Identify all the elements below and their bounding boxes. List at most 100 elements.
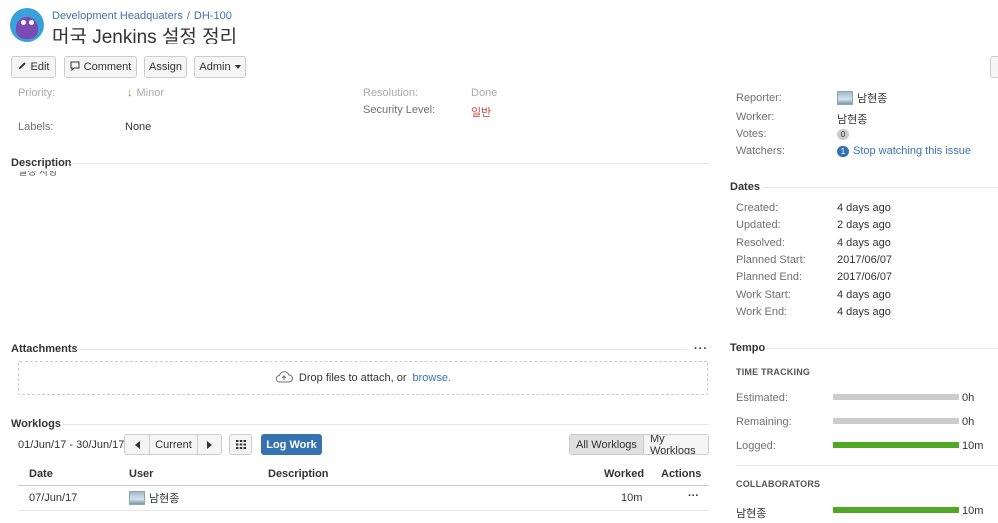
description-heading: Description <box>11 157 72 169</box>
date-label: Work Start: <box>736 289 791 301</box>
labels-label: Labels: <box>18 121 54 133</box>
table-row-divider <box>18 510 709 511</box>
votes-label: Votes: <box>736 128 767 140</box>
attachment-dropzone[interactable]: Drop files to attach, or browse. <box>18 361 708 395</box>
column-actions: Actions <box>661 468 702 480</box>
row-actions-icon[interactable]: ··· <box>688 490 699 502</box>
column-date[interactable]: Date <box>29 468 53 480</box>
edit-label: Edit <box>30 61 50 73</box>
assign-button[interactable]: Assign <box>144 56 187 78</box>
priority-text: Minor <box>136 87 165 99</box>
tempo-sub-divider <box>736 465 998 466</box>
reporter-name: 남현종 <box>857 93 888 105</box>
cloud-upload-icon <box>275 370 293 386</box>
arrow-down-icon: ↓ <box>127 87 133 99</box>
date-label: Resolved: <box>736 237 785 249</box>
tempo-divider <box>766 348 998 349</box>
worker-value[interactable]: 남현종 <box>837 111 867 127</box>
comment-icon <box>70 61 80 74</box>
reporter-value[interactable]: 남현종 <box>837 90 887 106</box>
logged-bar <box>833 442 959 448</box>
worker-label: Worker: <box>736 111 775 123</box>
resolution-value: Done <box>471 87 498 99</box>
logged-label: Logged: <box>736 440 776 452</box>
my-worklogs-tab[interactable]: My Worklogs <box>643 435 708 454</box>
watchers-badge[interactable]: 1 <box>837 145 849 157</box>
collaborator-value: 10m <box>962 505 984 517</box>
date-value: 4 days ago <box>837 289 891 301</box>
row-worked: 10m <box>621 492 643 504</box>
reporter-label: Reporter: <box>736 92 782 104</box>
comment-button[interactable]: Comment <box>64 56 137 78</box>
dates-divider <box>763 187 998 188</box>
remaining-bar <box>833 418 959 424</box>
worklog-date-range: 01/Jun/17 - 30/Jun/17 <box>18 439 125 451</box>
attachments-heading: Attachments <box>11 343 78 355</box>
column-user[interactable]: User <box>129 468 153 480</box>
date-value: 4 days ago <box>837 202 891 214</box>
row-user-name: 남현종 <box>149 493 180 505</box>
stop-watching-link[interactable]: Stop watching this issue <box>853 145 971 157</box>
collaborator-name[interactable]: 남현종 <box>736 505 766 521</box>
edit-button[interactable]: Edit <box>11 56 56 78</box>
votes-value[interactable]: 0 <box>837 128 849 140</box>
worklogs-heading: Worklogs <box>11 418 61 430</box>
date-label: Planned End: <box>736 271 803 283</box>
priority-label: Priority: <box>18 87 56 99</box>
date-label: Work End: <box>736 306 788 318</box>
worklog-filter-toggle: All Worklogs My Worklogs <box>569 434 709 455</box>
date-label: Planned Start: <box>736 254 806 266</box>
table-row: 07/Jun/17 남현종 10m ··· <box>18 486 709 510</box>
column-description[interactable]: Description <box>268 468 329 480</box>
remaining-label: Remaining: <box>736 416 792 428</box>
collaborator-bar <box>833 507 959 513</box>
security-level-value: 일반 <box>471 107 492 119</box>
next-period-button[interactable] <box>198 435 221 454</box>
estimated-label: Estimated: <box>736 392 788 404</box>
browse-link[interactable]: browse. <box>413 372 452 384</box>
collaborators-heading: COLLABORATORS <box>736 479 821 489</box>
description-text[interactable]: 설정 사항 <box>18 171 58 177</box>
votes-badge: 0 <box>837 129 849 140</box>
issue-title[interactable]: 머국 Jenkins 설정 정리 <box>52 26 237 44</box>
log-work-button[interactable]: Log Work <box>261 434 322 455</box>
bar-fill <box>833 507 959 513</box>
worklogs-divider <box>63 424 709 425</box>
breadcrumb-project-link[interactable]: Development Headquaters <box>52 10 183 22</box>
dates-heading: Dates <box>730 181 760 193</box>
all-worklogs-tab[interactable]: All Worklogs <box>570 435 644 454</box>
breadcrumb: Development Headquaters / DH-100 <box>52 10 232 22</box>
remaining-value: 0h <box>962 416 975 428</box>
prev-period-button[interactable] <box>125 435 150 454</box>
time-tracking-heading: TIME TRACKING <box>736 367 811 377</box>
more-button[interactable] <box>990 56 998 78</box>
project-avatar[interactable] <box>10 8 44 42</box>
pencil-icon <box>18 61 27 73</box>
date-label: Created: <box>736 202 779 214</box>
row-date: 07/Jun/17 <box>29 492 78 504</box>
priority-value: ↓ Minor <box>127 87 164 99</box>
date-value: 2017/06/07 <box>837 271 893 283</box>
more-options-icon[interactable]: ··· <box>694 343 708 355</box>
current-period-button[interactable]: Current <box>150 435 198 454</box>
calendar-button[interactable] <box>229 434 252 455</box>
dropzone-text: Drop files to attach, or <box>298 372 407 384</box>
watchers-label: Watchers: <box>736 145 786 157</box>
admin-label: Admin <box>199 61 231 73</box>
avatar <box>129 491 145 505</box>
date-value: 2 days ago <box>837 219 891 231</box>
date-value: 4 days ago <box>837 237 891 249</box>
tempo-heading: Tempo <box>730 342 766 354</box>
attachments-divider <box>76 349 687 350</box>
row-user[interactable]: 남현종 <box>129 490 179 506</box>
grid-calendar-icon <box>230 435 251 454</box>
bar-fill <box>833 442 959 448</box>
date-label: Updated: <box>736 219 781 231</box>
admin-dropdown[interactable]: Admin <box>194 56 246 78</box>
column-worked[interactable]: Worked <box>604 468 644 480</box>
chevron-left-icon <box>134 440 140 449</box>
labels-value[interactable]: None <box>125 121 151 133</box>
comment-label: Comment <box>83 61 132 73</box>
breadcrumb-issue-key[interactable]: DH-100 <box>194 10 232 22</box>
watchers-value: 1 Stop watching this issue <box>837 145 971 157</box>
